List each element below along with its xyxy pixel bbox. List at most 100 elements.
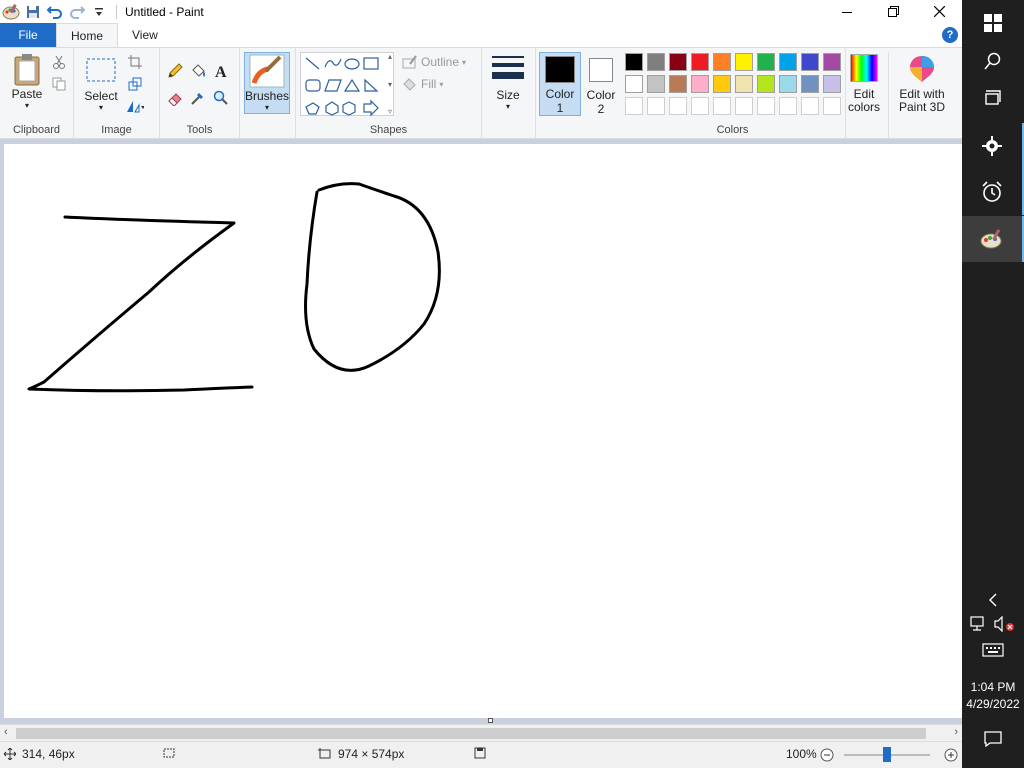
restore-button[interactable] bbox=[870, 0, 916, 23]
palette-swatch[interactable] bbox=[647, 75, 665, 93]
zoom-slider-thumb[interactable] bbox=[883, 747, 891, 762]
shape-curve[interactable] bbox=[324, 58, 342, 68]
colors-group: Colors bbox=[620, 48, 846, 138]
text-icon[interactable]: A bbox=[212, 62, 230, 80]
resize-icon[interactable] bbox=[126, 75, 144, 93]
shapes-expand-icon[interactable]: ▿ bbox=[388, 107, 392, 116]
palette-custom-slot[interactable] bbox=[625, 97, 643, 115]
palette-swatch[interactable] bbox=[735, 53, 753, 71]
palette-swatch[interactable] bbox=[823, 53, 841, 71]
copy-icon[interactable] bbox=[50, 75, 68, 93]
palette-swatch[interactable] bbox=[779, 53, 797, 71]
canvas-resize-handle[interactable] bbox=[488, 718, 493, 723]
taskbar-settings[interactable] bbox=[962, 123, 1024, 169]
magnifier-icon[interactable] bbox=[212, 89, 230, 107]
customize-quick-access-icon[interactable] bbox=[90, 3, 108, 21]
notification-icon bbox=[984, 731, 1002, 747]
palette-swatch[interactable] bbox=[757, 75, 775, 93]
tab-file[interactable]: File bbox=[0, 23, 56, 47]
palette-custom-slot[interactable] bbox=[735, 97, 753, 115]
crop-icon[interactable] bbox=[126, 53, 144, 71]
color-picker-icon[interactable] bbox=[189, 89, 207, 107]
color2-button[interactable]: Color 2 bbox=[582, 52, 620, 116]
scrollbar-thumb[interactable] bbox=[16, 728, 926, 739]
save-icon[interactable] bbox=[24, 3, 42, 21]
shape-right-triangle[interactable] bbox=[364, 78, 379, 92]
shape-oval[interactable] bbox=[344, 58, 360, 70]
size-button[interactable]: Size ▾ bbox=[490, 54, 526, 111]
clock-date[interactable]: 4/29/2022 bbox=[962, 697, 1024, 711]
zoom-out-button[interactable] bbox=[820, 748, 834, 762]
shape-rectangle[interactable] bbox=[363, 57, 379, 70]
palette-swatch[interactable] bbox=[691, 75, 709, 93]
palette-custom-slot[interactable] bbox=[691, 97, 709, 115]
eraser-icon[interactable] bbox=[166, 89, 184, 107]
tab-home[interactable]: Home bbox=[56, 23, 119, 47]
fill-bucket-icon[interactable] bbox=[189, 62, 207, 80]
outline-dropdown[interactable]: Outline ▾ bbox=[402, 55, 466, 69]
shape-hexagon[interactable] bbox=[342, 101, 356, 116]
edit-colors-button[interactable]: Edit colors bbox=[844, 54, 884, 114]
shape-polygon[interactable] bbox=[324, 79, 342, 92]
shape-pentagon[interactable] bbox=[325, 101, 339, 116]
pencil-icon[interactable] bbox=[166, 62, 184, 80]
shape-arrow[interactable] bbox=[363, 99, 379, 117]
palette-custom-slot[interactable] bbox=[669, 97, 687, 115]
rotate-icon[interactable] bbox=[126, 97, 144, 115]
shape-rounded-rectangle[interactable] bbox=[305, 79, 321, 92]
minimize-button[interactable] bbox=[824, 0, 870, 23]
palette-custom-slot[interactable] bbox=[779, 97, 797, 115]
palette-custom-slot[interactable] bbox=[801, 97, 819, 115]
select-button[interactable]: Select ▾ bbox=[84, 57, 118, 112]
horizontal-scrollbar[interactable]: ‹ › bbox=[0, 724, 962, 741]
palette-swatch[interactable] bbox=[801, 53, 819, 71]
clock-time[interactable]: 1:04 PM bbox=[962, 680, 1024, 694]
brushes-group: Brushes ▾ bbox=[240, 48, 296, 138]
shape-line[interactable] bbox=[305, 57, 320, 70]
palette-swatch[interactable] bbox=[669, 53, 687, 71]
palette-swatch[interactable] bbox=[691, 53, 709, 71]
palette-custom-slot[interactable] bbox=[713, 97, 731, 115]
palette-swatch[interactable] bbox=[801, 75, 819, 93]
palette-custom-slot[interactable] bbox=[647, 97, 665, 115]
redo-icon[interactable] bbox=[68, 3, 86, 21]
shapes-scroll-down-icon[interactable]: ▾ bbox=[388, 80, 392, 89]
zoom-in-button[interactable] bbox=[944, 748, 958, 762]
scroll-right-icon[interactable]: › bbox=[954, 726, 958, 738]
palette-swatch[interactable] bbox=[713, 53, 731, 71]
undo-icon[interactable] bbox=[46, 3, 64, 21]
palette-swatch[interactable] bbox=[735, 75, 753, 93]
palette-custom-slot[interactable] bbox=[823, 97, 841, 115]
scroll-left-icon[interactable]: ‹ bbox=[4, 726, 8, 738]
drawing-canvas[interactable] bbox=[4, 144, 962, 718]
shapes-scroll[interactable]: ▴ ▾ ▿ bbox=[384, 52, 396, 116]
action-center-button[interactable] bbox=[962, 716, 1024, 762]
shapes-scroll-up-icon[interactable]: ▴ bbox=[388, 52, 392, 61]
taskbar-alarms[interactable] bbox=[962, 169, 1024, 215]
palette-swatch[interactable] bbox=[647, 53, 665, 71]
cut-icon[interactable] bbox=[50, 53, 68, 71]
palette-swatch[interactable] bbox=[625, 75, 643, 93]
outline-label: Outline bbox=[421, 55, 460, 69]
edit-with-paint3d-button[interactable]: Edit with Paint 3D bbox=[894, 54, 950, 114]
close-button[interactable] bbox=[916, 0, 962, 23]
touch-keyboard-button[interactable] bbox=[962, 628, 1024, 672]
shape-diamond[interactable] bbox=[305, 102, 320, 115]
taskbar-paint[interactable] bbox=[962, 216, 1024, 262]
palette-custom-slot[interactable] bbox=[757, 97, 775, 115]
paste-button[interactable]: Paste ▾ bbox=[8, 53, 46, 110]
palette-swatch[interactable] bbox=[625, 53, 643, 71]
brushes-button[interactable]: Brushes ▾ bbox=[244, 52, 290, 114]
help-button[interactable]: ? bbox=[942, 27, 958, 43]
task-view-button[interactable] bbox=[962, 76, 1024, 122]
fill-dropdown[interactable]: Fill ▾ bbox=[402, 77, 443, 91]
palette-swatch[interactable] bbox=[757, 53, 775, 71]
palette-swatch[interactable] bbox=[669, 75, 687, 93]
palette-swatch[interactable] bbox=[713, 75, 731, 93]
palette-swatch[interactable] bbox=[779, 75, 797, 93]
shape-triangle[interactable] bbox=[343, 78, 361, 92]
shapes-group: ▴ ▾ ▿ Outline ▾ Fill ▾ Shapes bbox=[296, 48, 482, 138]
palette-swatch[interactable] bbox=[823, 75, 841, 93]
tab-view[interactable]: View bbox=[118, 23, 172, 47]
color1-button[interactable]: Color 1 bbox=[539, 52, 581, 116]
